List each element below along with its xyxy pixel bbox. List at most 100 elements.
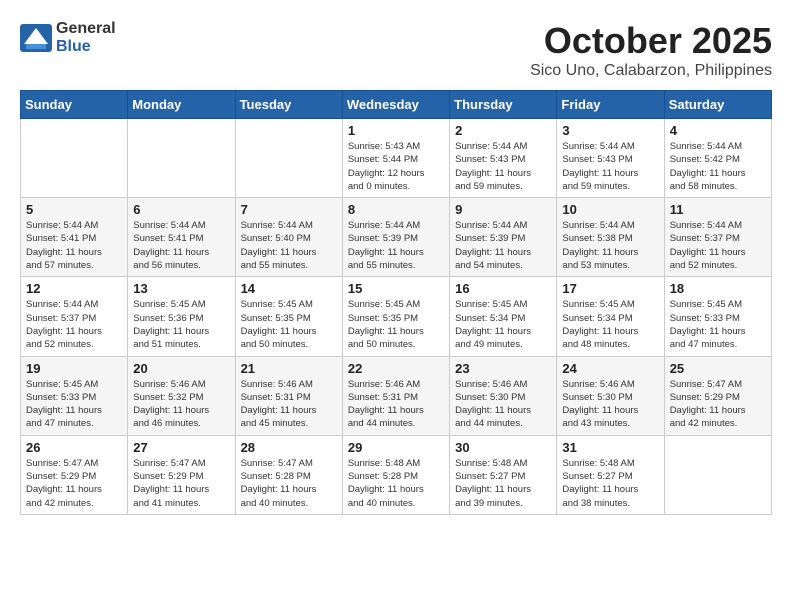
calendar-day-21: 21 Sunrise: 5:46 AM Sunset: 5:31 PM Dayli… bbox=[235, 356, 342, 435]
day-number: 25 bbox=[670, 361, 766, 376]
calendar-week-row: 19 Sunrise: 5:45 AM Sunset: 5:33 PM Dayli… bbox=[21, 356, 772, 435]
calendar-day-25: 25 Sunrise: 5:47 AM Sunset: 5:29 PM Dayli… bbox=[664, 356, 771, 435]
day-info: Sunrise: 5:44 AM Sunset: 5:41 PM Dayligh… bbox=[26, 219, 122, 272]
weekday-header-monday: Monday bbox=[128, 91, 235, 119]
calendar-empty-cell bbox=[235, 119, 342, 198]
calendar-day-10: 10 Sunrise: 5:44 AM Sunset: 5:38 PM Dayli… bbox=[557, 198, 664, 277]
day-number: 16 bbox=[455, 281, 551, 296]
calendar-day-30: 30 Sunrise: 5:48 AM Sunset: 5:27 PM Dayli… bbox=[450, 435, 557, 514]
day-number: 31 bbox=[562, 440, 658, 455]
day-info: Sunrise: 5:46 AM Sunset: 5:30 PM Dayligh… bbox=[455, 378, 551, 431]
day-info: Sunrise: 5:48 AM Sunset: 5:27 PM Dayligh… bbox=[455, 457, 551, 510]
logo-text: General Blue bbox=[56, 20, 116, 56]
location-title: Sico Uno, Calabarzon, Philippines bbox=[530, 62, 772, 80]
day-number: 23 bbox=[455, 361, 551, 376]
day-number: 6 bbox=[133, 202, 229, 217]
day-number: 19 bbox=[26, 361, 122, 376]
day-info: Sunrise: 5:46 AM Sunset: 5:31 PM Dayligh… bbox=[348, 378, 444, 431]
day-info: Sunrise: 5:45 AM Sunset: 5:33 PM Dayligh… bbox=[26, 378, 122, 431]
calendar-week-row: 26 Sunrise: 5:47 AM Sunset: 5:29 PM Dayli… bbox=[21, 435, 772, 514]
day-info: Sunrise: 5:46 AM Sunset: 5:30 PM Dayligh… bbox=[562, 378, 658, 431]
day-number: 1 bbox=[348, 123, 444, 138]
day-info: Sunrise: 5:45 AM Sunset: 5:33 PM Dayligh… bbox=[670, 298, 766, 351]
day-number: 7 bbox=[241, 202, 337, 217]
day-number: 5 bbox=[26, 202, 122, 217]
day-number: 22 bbox=[348, 361, 444, 376]
calendar-week-row: 5 Sunrise: 5:44 AM Sunset: 5:41 PM Daylig… bbox=[21, 198, 772, 277]
day-info: Sunrise: 5:45 AM Sunset: 5:34 PM Dayligh… bbox=[455, 298, 551, 351]
day-info: Sunrise: 5:46 AM Sunset: 5:32 PM Dayligh… bbox=[133, 378, 229, 431]
calendar-day-11: 11 Sunrise: 5:44 AM Sunset: 5:37 PM Dayli… bbox=[664, 198, 771, 277]
day-number: 12 bbox=[26, 281, 122, 296]
month-title: October 2025 bbox=[530, 20, 772, 62]
day-info: Sunrise: 5:45 AM Sunset: 5:35 PM Dayligh… bbox=[241, 298, 337, 351]
day-info: Sunrise: 5:44 AM Sunset: 5:38 PM Dayligh… bbox=[562, 219, 658, 272]
day-info: Sunrise: 5:46 AM Sunset: 5:31 PM Dayligh… bbox=[241, 378, 337, 431]
day-info: Sunrise: 5:43 AM Sunset: 5:44 PM Dayligh… bbox=[348, 140, 444, 193]
header: General Blue October 2025 Sico Uno, Cala… bbox=[20, 20, 772, 80]
day-info: Sunrise: 5:44 AM Sunset: 5:43 PM Dayligh… bbox=[455, 140, 551, 193]
calendar-day-8: 8 Sunrise: 5:44 AM Sunset: 5:39 PM Daylig… bbox=[342, 198, 449, 277]
calendar-day-4: 4 Sunrise: 5:44 AM Sunset: 5:42 PM Daylig… bbox=[664, 119, 771, 198]
calendar-day-18: 18Sunrise: 5:45 AM Sunset: 5:33 PM Dayli… bbox=[664, 277, 771, 356]
calendar-week-row: 12Sunrise: 5:44 AM Sunset: 5:37 PM Dayli… bbox=[21, 277, 772, 356]
day-info: Sunrise: 5:45 AM Sunset: 5:36 PM Dayligh… bbox=[133, 298, 229, 351]
calendar-day-1: 1 Sunrise: 5:43 AM Sunset: 5:44 PM Daylig… bbox=[342, 119, 449, 198]
day-number: 13 bbox=[133, 281, 229, 296]
calendar-empty-cell bbox=[664, 435, 771, 514]
calendar-day-29: 29Sunrise: 5:48 AM Sunset: 5:28 PM Dayli… bbox=[342, 435, 449, 514]
day-info: Sunrise: 5:45 AM Sunset: 5:34 PM Dayligh… bbox=[562, 298, 658, 351]
day-info: Sunrise: 5:44 AM Sunset: 5:43 PM Dayligh… bbox=[562, 140, 658, 193]
day-number: 29 bbox=[348, 440, 444, 455]
day-number: 14 bbox=[241, 281, 337, 296]
calendar-day-31: 31 Sunrise: 5:48 AM Sunset: 5:27 PM Dayli… bbox=[557, 435, 664, 514]
calendar-empty-cell bbox=[128, 119, 235, 198]
day-info: Sunrise: 5:44 AM Sunset: 5:39 PM Dayligh… bbox=[348, 219, 444, 272]
day-number: 24 bbox=[562, 361, 658, 376]
calendar-day-14: 14 Sunrise: 5:45 AM Sunset: 5:35 PM Dayli… bbox=[235, 277, 342, 356]
logo: General Blue bbox=[20, 20, 116, 56]
calendar-table: SundayMondayTuesdayWednesdayThursdayFrid… bbox=[20, 90, 772, 515]
day-number: 17 bbox=[562, 281, 658, 296]
day-number: 10 bbox=[562, 202, 658, 217]
calendar-day-2: 2Sunrise: 5:44 AM Sunset: 5:43 PM Daylig… bbox=[450, 119, 557, 198]
calendar-day-9: 9 Sunrise: 5:44 AM Sunset: 5:39 PM Daylig… bbox=[450, 198, 557, 277]
day-info: Sunrise: 5:44 AM Sunset: 5:42 PM Dayligh… bbox=[670, 140, 766, 193]
day-number: 4 bbox=[670, 123, 766, 138]
day-number: 21 bbox=[241, 361, 337, 376]
weekday-header-tuesday: Tuesday bbox=[235, 91, 342, 119]
day-number: 9 bbox=[455, 202, 551, 217]
calendar-week-row: 1 Sunrise: 5:43 AM Sunset: 5:44 PM Daylig… bbox=[21, 119, 772, 198]
day-number: 28 bbox=[241, 440, 337, 455]
day-number: 11 bbox=[670, 202, 766, 217]
day-number: 30 bbox=[455, 440, 551, 455]
calendar-day-24: 24 Sunrise: 5:46 AM Sunset: 5:30 PM Dayli… bbox=[557, 356, 664, 435]
calendar-day-19: 19 Sunrise: 5:45 AM Sunset: 5:33 PM Dayli… bbox=[21, 356, 128, 435]
day-info: Sunrise: 5:47 AM Sunset: 5:28 PM Dayligh… bbox=[241, 457, 337, 510]
day-number: 3 bbox=[562, 123, 658, 138]
day-info: Sunrise: 5:47 AM Sunset: 5:29 PM Dayligh… bbox=[670, 378, 766, 431]
logo-general: General bbox=[56, 20, 116, 37]
day-info: Sunrise: 5:47 AM Sunset: 5:29 PM Dayligh… bbox=[26, 457, 122, 510]
day-info: Sunrise: 5:47 AM Sunset: 5:29 PM Dayligh… bbox=[133, 457, 229, 510]
calendar-day-23: 23 Sunrise: 5:46 AM Sunset: 5:30 PM Dayli… bbox=[450, 356, 557, 435]
calendar-day-6: 6 Sunrise: 5:44 AM Sunset: 5:41 PM Daylig… bbox=[128, 198, 235, 277]
day-info: Sunrise: 5:48 AM Sunset: 5:27 PM Dayligh… bbox=[562, 457, 658, 510]
day-number: 8 bbox=[348, 202, 444, 217]
title-area: October 2025 Sico Uno, Calabarzon, Phili… bbox=[530, 20, 772, 80]
day-info: Sunrise: 5:44 AM Sunset: 5:41 PM Dayligh… bbox=[133, 219, 229, 272]
weekday-header-friday: Friday bbox=[557, 91, 664, 119]
day-number: 26 bbox=[26, 440, 122, 455]
day-info: Sunrise: 5:44 AM Sunset: 5:39 PM Dayligh… bbox=[455, 219, 551, 272]
day-number: 20 bbox=[133, 361, 229, 376]
calendar-day-3: 3 Sunrise: 5:44 AM Sunset: 5:43 PM Daylig… bbox=[557, 119, 664, 198]
calendar-day-17: 17 Sunrise: 5:45 AM Sunset: 5:34 PM Dayli… bbox=[557, 277, 664, 356]
day-number: 15 bbox=[348, 281, 444, 296]
calendar-day-15: 15Sunrise: 5:45 AM Sunset: 5:35 PM Dayli… bbox=[342, 277, 449, 356]
day-info: Sunrise: 5:44 AM Sunset: 5:37 PM Dayligh… bbox=[670, 219, 766, 272]
weekday-header-thursday: Thursday bbox=[450, 91, 557, 119]
calendar-day-16: 16 Sunrise: 5:45 AM Sunset: 5:34 PM Dayli… bbox=[450, 277, 557, 356]
calendar-day-12: 12Sunrise: 5:44 AM Sunset: 5:37 PM Dayli… bbox=[21, 277, 128, 356]
weekday-header-row: SundayMondayTuesdayWednesdayThursdayFrid… bbox=[21, 91, 772, 119]
weekday-header-wednesday: Wednesday bbox=[342, 91, 449, 119]
